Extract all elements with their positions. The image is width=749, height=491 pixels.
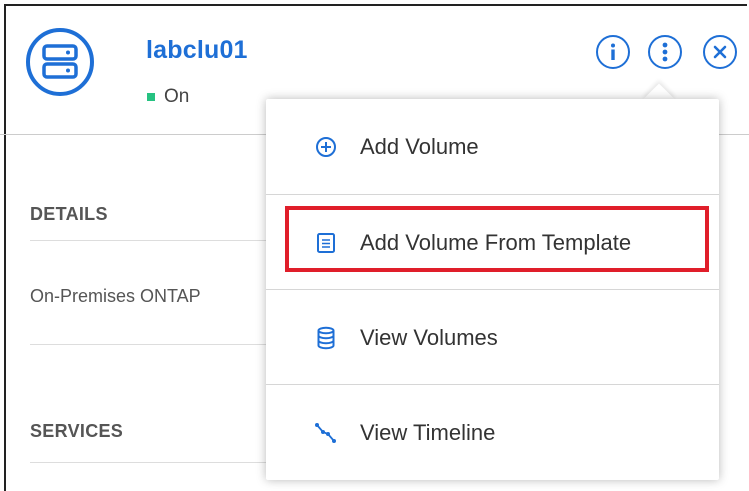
- menu-item-view-timeline[interactable]: View Timeline: [266, 385, 719, 480]
- details-bottom-divider: [30, 344, 290, 345]
- services-divider: [30, 462, 290, 463]
- services-title: SERVICES: [30, 421, 124, 441]
- timeline-icon: [314, 421, 338, 445]
- more-options-icon: [662, 42, 668, 62]
- menu-item-view-volumes[interactable]: View Volumes: [266, 290, 719, 385]
- storage-server-icon: [26, 28, 94, 96]
- menu-item-label: Add Volume: [360, 133, 479, 159]
- info-button[interactable]: [596, 35, 630, 69]
- menu-item-add-volume[interactable]: Add Volume: [266, 99, 719, 194]
- details-title: DETAILS: [30, 204, 108, 224]
- close-icon: [713, 45, 727, 59]
- highlight-box: [285, 206, 709, 272]
- menu-item-label: View Volumes: [360, 324, 498, 350]
- info-icon: [611, 43, 615, 60]
- cluster-name[interactable]: labclu01: [146, 36, 248, 65]
- working-environment-type: On-Premises ONTAP: [30, 286, 201, 306]
- actions-menu: Add Volume Add Volume From Template View…: [266, 99, 719, 480]
- details-divider: [30, 240, 290, 241]
- status-indicator: On: [147, 86, 189, 108]
- more-options-button[interactable]: [648, 35, 682, 69]
- status-text: On: [164, 86, 190, 107]
- status-dot: [147, 93, 155, 101]
- close-button[interactable]: [703, 35, 737, 69]
- add-circle-icon: [314, 135, 338, 159]
- menu-item-label: View Timeline: [360, 419, 496, 445]
- database-icon: [314, 326, 338, 350]
